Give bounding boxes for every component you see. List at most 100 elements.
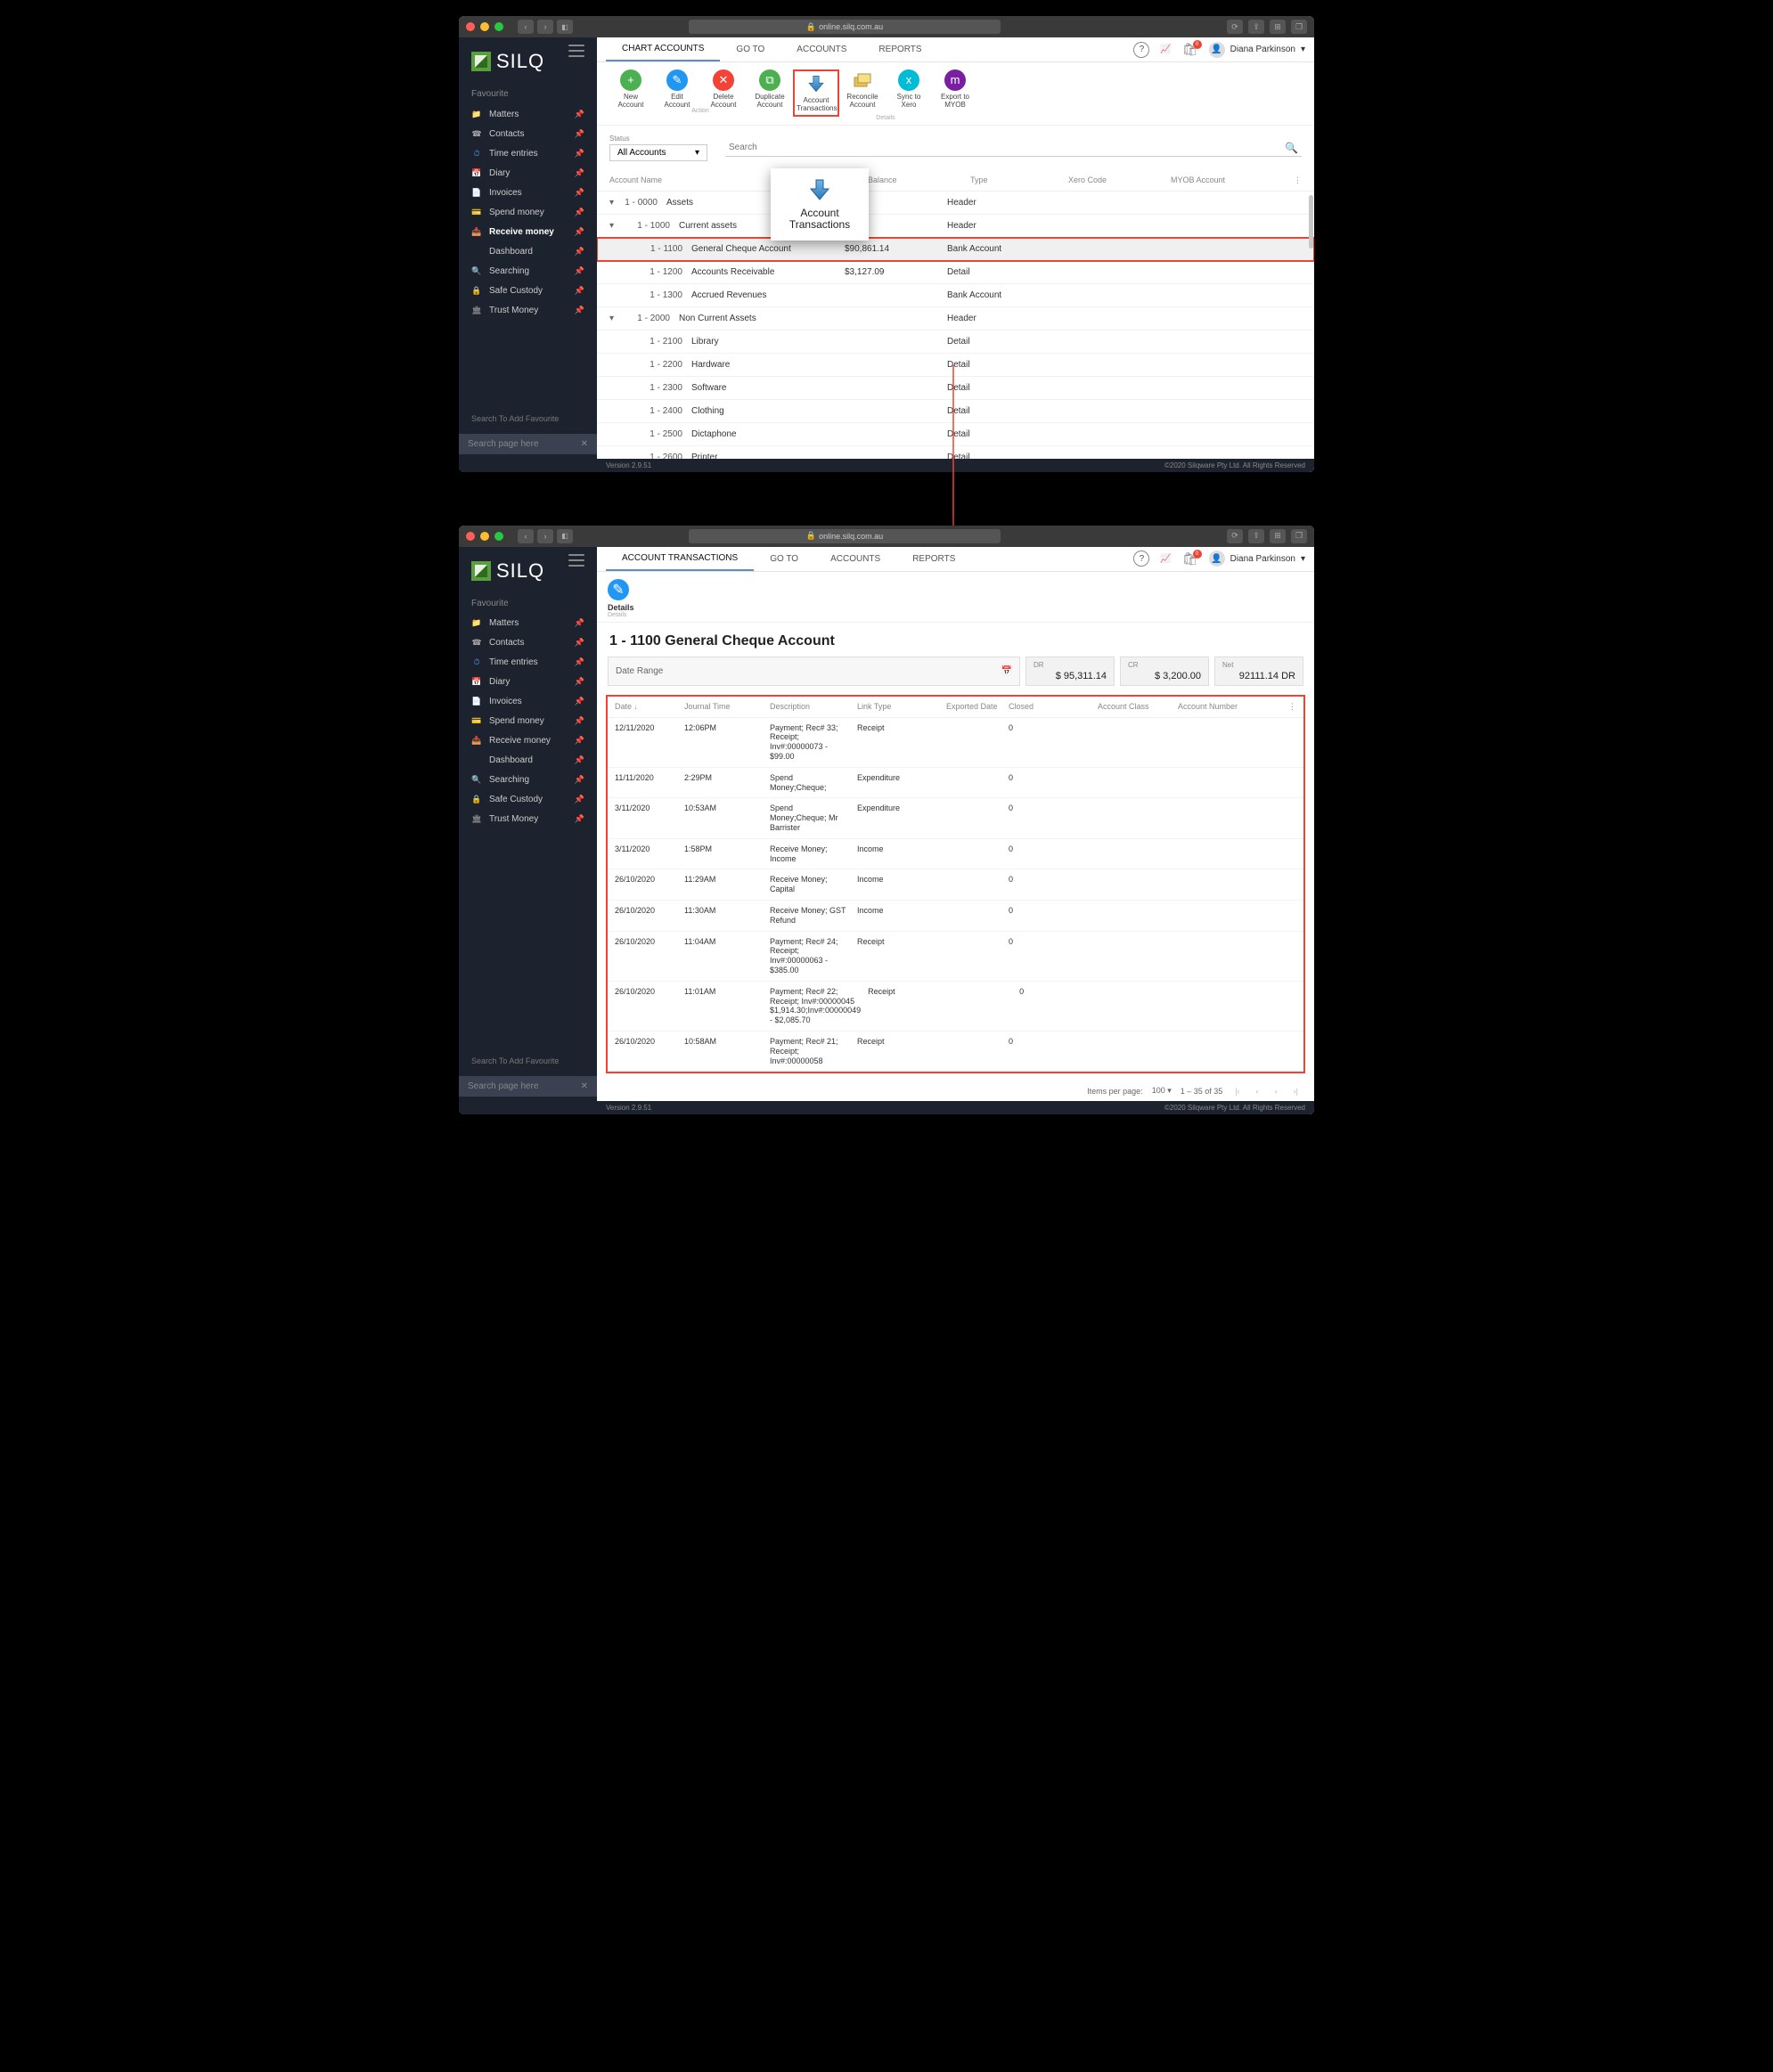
pin-icon[interactable]: 📌: [575, 110, 584, 119]
transaction-row[interactable]: 26/10/202011:01AMPayment; Rec# 22; Recei…: [608, 982, 1303, 1032]
help-icon[interactable]: ?: [1133, 551, 1149, 567]
tool-sync-to-xero[interactable]: xSync to Xero: [886, 69, 932, 117]
account-row[interactable]: 1 - 2600PrinterDetail: [597, 446, 1314, 459]
new-tab-icon[interactable]: ⊞: [1270, 529, 1286, 543]
zoom-window[interactable]: [494, 22, 503, 31]
pin-icon[interactable]: 📌: [575, 188, 584, 198]
sidebar-toggle-icon[interactable]: ◧: [557, 20, 573, 34]
reload-icon[interactable]: ⟳: [1227, 529, 1243, 543]
sidebar-item-receive-money[interactable]: 📥Receive money📌: [459, 731, 597, 751]
account-row[interactable]: 1 - 2500DictaphoneDetail: [597, 423, 1314, 446]
pin-icon[interactable]: 📌: [575, 657, 584, 667]
tab-go-to[interactable]: GO TO: [720, 37, 780, 61]
pin-icon[interactable]: 📌: [575, 795, 584, 804]
pin-icon[interactable]: 📌: [575, 755, 584, 765]
account-row[interactable]: 1 - 2200HardwareDetail: [597, 354, 1314, 377]
tool-export-to-myob[interactable]: mExport to MYOB: [932, 69, 978, 117]
sidebar-item-spend-money[interactable]: 💳Spend money📌: [459, 712, 597, 731]
pin-icon[interactable]: 📌: [575, 286, 584, 296]
account-row[interactable]: ▾1 - 2000Non Current AssetsHeader: [597, 307, 1314, 330]
col-xero-code[interactable]: Xero Code: [1068, 175, 1171, 185]
tool-reconcile-account[interactable]: Reconcile Account: [839, 69, 886, 117]
tabs-icon[interactable]: ❐: [1291, 20, 1307, 34]
pin-icon[interactable]: 📌: [575, 677, 584, 687]
pin-icon[interactable]: 📌: [575, 638, 584, 648]
prev-page-icon[interactable]: ‹: [1253, 1087, 1262, 1096]
minimize-window[interactable]: [480, 22, 489, 31]
share-icon[interactable]: ⇪: [1248, 529, 1264, 543]
sidebar-item-trust-money[interactable]: 🏛Trust Money📌: [459, 300, 597, 320]
pin-icon[interactable]: 📌: [575, 208, 584, 217]
sidebar-item-matters[interactable]: 📁Matters📌: [459, 104, 597, 124]
col-link-type[interactable]: Link Type: [857, 702, 946, 711]
expand-icon[interactable]: ▾: [609, 314, 618, 323]
pin-icon[interactable]: 📌: [575, 814, 584, 824]
date-range-input[interactable]: Date Range 📅: [608, 657, 1020, 686]
first-page-icon[interactable]: |‹: [1231, 1087, 1243, 1096]
sidebar-item-safe-custody[interactable]: 🔒Safe Custody📌: [459, 281, 597, 300]
details-button[interactable]: ✎ Details Details: [608, 579, 643, 618]
zoom-window[interactable]: [494, 532, 503, 541]
sidebar-item-safe-custody[interactable]: 🔒Safe Custody📌: [459, 790, 597, 810]
tab-go-to[interactable]: GO TO: [754, 547, 814, 571]
tab-reports[interactable]: REPORTS: [862, 37, 937, 61]
sidebar-item-time-entries[interactable]: ⏱Time entries📌: [459, 143, 597, 163]
pin-icon[interactable]: 📌: [575, 227, 584, 237]
forward-button[interactable]: ›: [537, 20, 553, 34]
col-account-number[interactable]: Account Number: [1178, 702, 1288, 711]
more-icon[interactable]: ⋮: [1294, 175, 1302, 185]
scrollbar-thumb[interactable]: [1309, 195, 1313, 249]
back-button[interactable]: ‹: [518, 529, 534, 543]
forward-button[interactable]: ›: [537, 529, 553, 543]
menu-icon[interactable]: [568, 45, 584, 57]
sidebar-item-invoices[interactable]: 📄Invoices📌: [459, 692, 597, 712]
add-favourite-hint[interactable]: Search To Add Favourite: [471, 407, 584, 430]
pin-icon[interactable]: 📌: [575, 168, 584, 178]
help-icon[interactable]: ?: [1133, 42, 1149, 58]
expand-icon[interactable]: ▾: [609, 221, 618, 231]
new-tab-icon[interactable]: ⊞: [1270, 20, 1286, 34]
user-menu[interactable]: 👤 Diana Parkinson ▾: [1209, 551, 1305, 567]
close-window[interactable]: [466, 532, 475, 541]
sidebar-toggle-icon[interactable]: ◧: [557, 529, 573, 543]
col-account-class[interactable]: Account Class: [1098, 702, 1178, 711]
account-row[interactable]: ▾1 - 1000Current assetsHeader: [597, 215, 1314, 238]
menu-icon[interactable]: [568, 554, 584, 567]
search-page-input[interactable]: Search page here ✕: [459, 1076, 597, 1097]
sidebar-item-receive-money[interactable]: 📥Receive money📌: [459, 222, 597, 241]
pin-icon[interactable]: 📌: [575, 775, 584, 785]
sidebar-item-diary[interactable]: 📅Diary📌: [459, 673, 597, 692]
sidebar-item-searching[interactable]: 🔍Searching📌: [459, 771, 597, 790]
minimize-window[interactable]: [480, 532, 489, 541]
analytics-icon[interactable]: 📈: [1160, 45, 1171, 54]
col-journal-time[interactable]: Journal Time: [684, 702, 770, 711]
tool-duplicate-account[interactable]: ⧉Duplicate Account: [747, 69, 793, 110]
pin-icon[interactable]: 📌: [575, 697, 584, 706]
analytics-icon[interactable]: 📈: [1160, 554, 1171, 564]
transaction-row[interactable]: 11/11/20202:29PMSpend Money;Cheque;Expen…: [608, 768, 1303, 799]
sidebar-item-matters[interactable]: 📁Matters📌: [459, 614, 597, 633]
url-bar[interactable]: 🔒 online.silq.com.au: [689, 20, 1001, 34]
pin-icon[interactable]: 📌: [575, 149, 584, 159]
sidebar-item-diary[interactable]: 📅Diary📌: [459, 163, 597, 183]
tab-accounts[interactable]: ACCOUNTS: [780, 37, 862, 61]
sidebar-item-contacts[interactable]: ☎Contacts📌: [459, 633, 597, 653]
pin-icon[interactable]: 📌: [575, 618, 584, 628]
next-page-icon[interactable]: ›: [1271, 1087, 1281, 1096]
transaction-row[interactable]: 12/11/202012:06PMPayment; Rec# 33; Recei…: [608, 718, 1303, 768]
tool-account-transactions[interactable]: Account Transactions: [793, 69, 839, 117]
search-input[interactable]: [729, 143, 1285, 152]
account-row[interactable]: 1 - 1300Accrued RevenuesBank Account: [597, 284, 1314, 307]
transaction-row[interactable]: 3/11/202010:53AMSpend Money;Cheque; Mr B…: [608, 798, 1303, 838]
search-page-input[interactable]: Search page here ✕: [459, 434, 597, 454]
col-description[interactable]: Description: [770, 702, 857, 711]
sidebar-item-spend-money[interactable]: 💳Spend money📌: [459, 202, 597, 222]
sidebar-item-contacts[interactable]: ☎Contacts📌: [459, 124, 597, 143]
close-icon[interactable]: ✕: [581, 1081, 588, 1091]
tab-account-transactions[interactable]: ACCOUNT TRANSACTIONS: [606, 547, 754, 571]
col-closed[interactable]: Closed: [1009, 702, 1098, 711]
items-per-page-select[interactable]: 100 ▾: [1152, 1086, 1172, 1096]
more-icon[interactable]: ⋮: [1288, 702, 1296, 712]
notification-icon[interactable]: 🛍0: [1182, 42, 1198, 57]
tool-new-account[interactable]: +New Account: [608, 69, 654, 110]
